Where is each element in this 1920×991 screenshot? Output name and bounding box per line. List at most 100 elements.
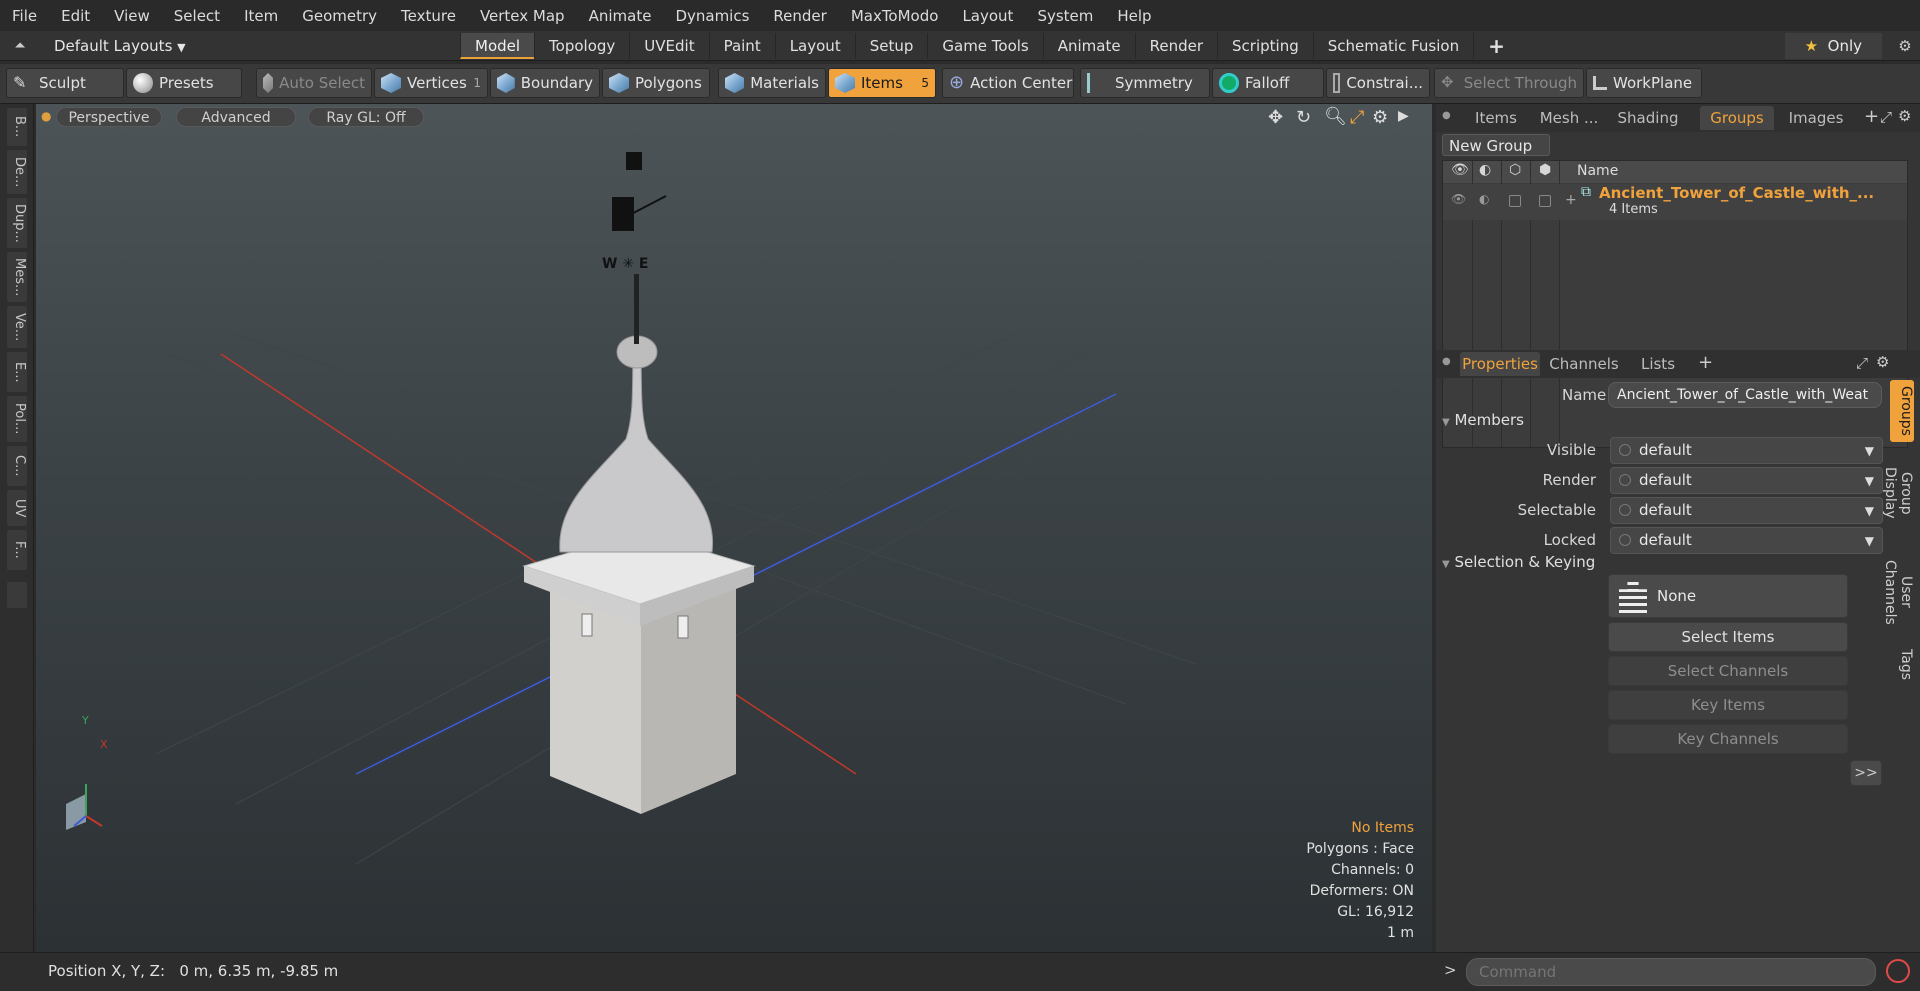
vertices-button[interactable]: Vertices 1 [374,68,488,98]
rotate-icon[interactable]: ↻ [1296,107,1311,128]
row-render-icon[interactable]: ◐ [1479,192,1489,206]
selectable-dropdown[interactable]: default ▼ [1610,497,1883,524]
viewport-options-dot[interactable]: ● [41,109,51,123]
left-tab-extra[interactable] [7,582,27,608]
menu-geometry[interactable]: Geometry [290,7,389,25]
name-field[interactable] [1608,382,1882,408]
row-select-checkbox[interactable] [1539,195,1551,207]
left-tab-basic[interactable]: B... [7,108,27,146]
select-items-button[interactable]: Select Items [1608,622,1848,652]
tab-groups[interactable]: Groups [1700,106,1774,130]
zoom-icon[interactable]: 🔍︎ [1324,106,1347,127]
left-tab-vertex[interactable]: Ve... [7,306,27,348]
menu-view[interactable]: View [102,7,162,25]
row-eye-icon[interactable]: 👁︎ [1451,192,1466,206]
3d-viewport[interactable]: W ✳ E Y X ● Perspective Advanced Ray GL:… [36,104,1432,952]
materials-button[interactable]: Materials [718,68,826,98]
expand-icon[interactable]: ⤢ [1880,108,1892,126]
tab-shading[interactable]: Shading [1610,106,1686,130]
members-section-header[interactable]: ▼ Members [1442,408,1862,432]
select-through-button[interactable]: ✥ Select Through [1434,68,1584,98]
tab-images[interactable]: Images [1778,106,1854,130]
props-gear-icon[interactable]: ⚙ [1876,353,1889,371]
gear-icon[interactable]: ⚙ [1890,37,1920,55]
group-row[interactable]: 👁︎ ◐ + ⧉ Ancient_Tower_of_Castle_with_..… [1443,184,1907,220]
tab-layout[interactable]: Layout [774,32,855,59]
collapse-icon[interactable]: ⏶ [0,38,40,54]
tab-animate[interactable]: Animate [1042,32,1135,59]
maximize-icon[interactable]: ⤢ [1350,107,1364,128]
layout-preset-dropdown[interactable]: Default Layouts ▼ [40,37,460,55]
menu-item[interactable]: Item [232,7,290,25]
left-tab-fusion[interactable]: F... [7,530,27,570]
tab-items[interactable]: Items [1464,106,1528,130]
record-icon[interactable] [1886,959,1910,983]
row-lock-checkbox[interactable] [1509,195,1521,207]
visible-dropdown[interactable]: default ▼ [1610,437,1883,464]
key-channels-button[interactable]: Key Channels [1608,724,1848,754]
menu-system[interactable]: System [1025,7,1105,25]
left-tab-deform[interactable]: De... [7,150,27,194]
action-center-button[interactable]: ⊕ Action Center [942,68,1074,98]
add-tab-button[interactable]: + [1473,32,1519,59]
auto-select-button[interactable]: Auto Select [256,68,372,98]
menu-dynamics[interactable]: Dynamics [663,7,761,25]
render-dropdown[interactable]: default ▼ [1610,467,1883,494]
view-mode-button[interactable]: Perspective [56,107,162,127]
side-tab-group-display[interactable]: Group Display [1882,446,1914,540]
new-group-button[interactable]: New Group [1442,134,1550,156]
viewport-more-icon[interactable]: ▶ [1398,108,1409,124]
tab-topology[interactable]: Topology [534,32,629,59]
side-tab-tags[interactable]: Tags [1890,644,1914,684]
tab-game-tools[interactable]: Game Tools [927,32,1042,59]
only-button[interactable]: ★ Only [1784,32,1882,59]
workplane-button[interactable]: WorkPlane [1586,68,1702,98]
props-options-dot[interactable]: ● [1442,356,1451,367]
tab-uvedit[interactable]: UVEdit [629,32,708,59]
sculpt-button[interactable]: ✎ Sculpt [6,68,124,98]
tab-schematic-fusion[interactable]: Schematic Fusion [1312,32,1473,59]
side-tab-user-channels[interactable]: User Channels [1882,544,1914,640]
panel-options-dot[interactable]: ● [1442,110,1451,121]
key-items-button[interactable]: Key Items [1608,690,1848,720]
polygons-button[interactable]: Polygons [602,68,710,98]
render-icon[interactable]: ◐ [1479,162,1491,178]
left-tab-mesh[interactable]: Mes... [7,252,27,302]
add-panel-tab-icon[interactable]: + [1864,106,1879,127]
select-channels-button[interactable]: Select Channels [1608,656,1848,686]
props-expand-icon[interactable]: ⤢ [1856,354,1868,372]
select-col-icon[interactable]: ⬢ [1539,162,1551,178]
menu-layout[interactable]: Layout [950,7,1025,25]
menu-file[interactable]: File [0,7,49,25]
tab-properties[interactable]: Properties [1460,352,1540,376]
expand-plus-icon[interactable]: + [1565,192,1577,208]
boundary-button[interactable]: Boundary [490,68,600,98]
more-button[interactable]: >> [1850,760,1882,786]
tab-lists[interactable]: Lists [1628,352,1688,376]
menu-maxtomodo[interactable]: MaxToModo [839,7,951,25]
add-props-tab-icon[interactable]: + [1698,352,1713,373]
tab-render[interactable]: Render [1134,32,1217,59]
none-button[interactable]: None [1608,574,1848,618]
command-input[interactable] [1466,958,1876,986]
tab-setup[interactable]: Setup [854,32,928,59]
tab-scripting[interactable]: Scripting [1217,32,1313,59]
left-tab-uv[interactable]: UV [7,490,27,526]
left-tab-curve[interactable]: C... [7,446,27,486]
shading-mode-button[interactable]: Advanced [176,107,296,127]
tab-channels[interactable]: Channels [1544,352,1624,376]
tab-model[interactable]: Model [460,32,535,59]
eye-icon[interactable]: 👁︎ [1451,162,1469,178]
side-tab-groups[interactable]: Groups [1890,380,1914,442]
lock-col-icon[interactable]: ⬡ [1509,162,1521,178]
menu-edit[interactable]: Edit [49,7,102,25]
viewport-gear-icon[interactable]: ⚙ [1372,107,1388,128]
tab-mesh[interactable]: Mesh ... [1532,106,1606,130]
menu-help[interactable]: Help [1105,7,1163,25]
items-button[interactable]: Items 5 [828,68,936,98]
menu-texture[interactable]: Texture [389,7,468,25]
tab-paint[interactable]: Paint [708,32,775,59]
left-tab-polygon[interactable]: Pol... [7,396,27,442]
groups-gear-icon[interactable]: ⚙ [1898,107,1911,125]
left-tab-edge[interactable]: E... [7,352,27,392]
